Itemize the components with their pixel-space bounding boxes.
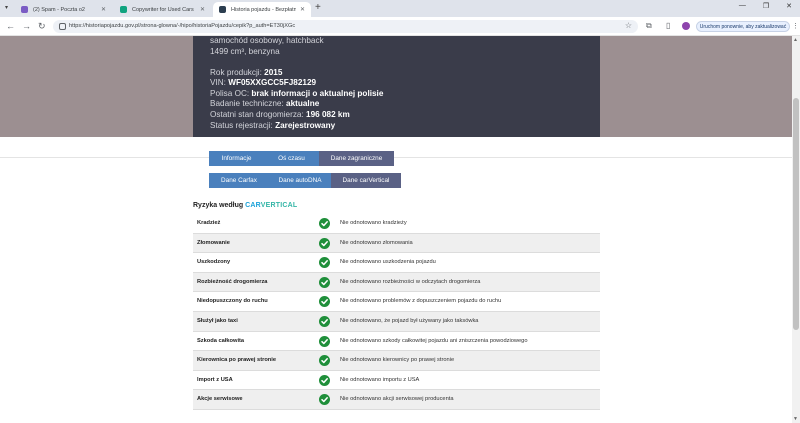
site-info-icon[interactable]	[59, 23, 66, 30]
scroll-down-arrow-icon[interactable]: ▼	[793, 416, 798, 422]
table-row: Uszkodzony Nie odnotowano uszkodzenia poj…	[193, 253, 600, 273]
check-circle-icon	[319, 296, 330, 308]
address-bar[interactable]: https://historiapojazdu.gov.pl/strona-gl…	[53, 20, 638, 33]
table-row: Złomowanie Nie odnotowano złomowania	[193, 233, 600, 254]
close-icon[interactable]: ✕	[101, 6, 106, 13]
vehicle-engine: 1499 cm³, benzyna	[210, 46, 280, 56]
minimize-icon[interactable]: —	[739, 2, 746, 10]
risk-name: Służył jako taxi	[197, 317, 238, 324]
risk-status: Nie odnotowano akcji serwisowej producen…	[340, 396, 454, 403]
tab-row-primary: Informacje Oś czasu Dane zagraniczne	[209, 151, 394, 166]
tab-row-secondary: Dane Carfax Dane autoDNA Dane carVertica…	[209, 173, 401, 188]
risk-name: Rozbieżność drogomierza	[197, 278, 268, 285]
risk-status: Nie odnotowano rozbieżności w odczytach …	[340, 278, 481, 285]
inspection-row: Badanie techniczne: aktualne	[210, 99, 320, 109]
risks-heading: Ryzyka według CARVERTICAL	[193, 202, 298, 209]
risk-name: Import z USA	[197, 376, 233, 383]
table-row: Służył jako taxi Nie odnotowano, że pojaz…	[193, 311, 600, 332]
browser-tab-copywriter[interactable]: Copywriter for Used Cars ✕	[114, 2, 211, 17]
check-circle-icon	[319, 335, 330, 347]
tab-label: Copywriter for Used Cars	[132, 6, 194, 13]
page-scrollbar[interactable]: ▲ ▼	[792, 36, 800, 423]
check-circle-icon	[319, 276, 330, 288]
profile-avatar[interactable]	[682, 22, 690, 30]
check-circle-icon	[319, 394, 330, 406]
risk-status: Nie odnotowano importu z USA	[340, 376, 420, 383]
url-text[interactable]: https://historiapojazdu.gov.pl/strona-gl…	[69, 23, 295, 29]
risk-status: Nie odnotowano kierownicy po prawej stro…	[340, 357, 455, 364]
tab-dane-carvertical[interactable]: Dane carVertical	[331, 173, 401, 188]
risk-status: Nie odnotowano kradzieży	[340, 220, 407, 226]
production-year-row: Rok produkcji: 2015	[210, 67, 283, 77]
risk-name: Szkoda całkowita	[197, 337, 245, 344]
check-circle-icon	[319, 315, 330, 327]
back-icon[interactable]: ←	[6, 20, 15, 32]
browser-toolbar: ← → ↻ https://historiapojazdu.gov.pl/str…	[0, 17, 800, 36]
close-icon[interactable]: ✕	[200, 6, 205, 13]
risk-status: Nie odnotowano problemów z dopuszczeniem…	[340, 298, 502, 305]
tab-search-icon[interactable]: ▾	[5, 4, 14, 12]
close-window-icon[interactable]: ✕	[786, 2, 792, 10]
vehicle-type: samochód osobowy, hatchback	[210, 36, 324, 45]
oc-policy-row: Polisa OC: brak informacji o aktualnej p…	[210, 88, 384, 98]
table-row: Import z USA Nie odnotowano importu z USA	[193, 371, 600, 391]
risk-status: Nie odnotowano uszkodzenia pojazdu	[340, 259, 436, 266]
scroll-up-arrow-icon[interactable]: ▲	[793, 37, 798, 43]
window-controls: — ❐ ✕	[739, 2, 792, 10]
page-viewport: samochód osobowy, hatchback 1499 cm³, be…	[0, 36, 792, 423]
table-row: Kierownica po prawej stronie Nie odnotowa…	[193, 351, 600, 371]
browser-tab-historia[interactable]: Historia pojazdu - Bezpłatny ra ✕	[213, 2, 311, 17]
extensions-icon[interactable]: ⧉	[646, 21, 652, 31]
browser-tab-spam[interactable]: (2) Spam - Poczta o2 ✕	[15, 2, 112, 17]
risks-table: Kradzież Nie odnotowano kradzieży Złomowan…	[193, 214, 600, 410]
new-tab-button[interactable]: +	[315, 3, 321, 13]
risk-status: Nie odnotowano, że pojazd był używany ja…	[340, 317, 479, 324]
maximize-icon[interactable]: ❐	[763, 2, 769, 10]
tab-dane-carfax[interactable]: Dane Carfax	[209, 173, 269, 188]
vin-row: VIN: WF05XXGCC5FJ82129	[210, 78, 317, 88]
carvertical-logo: CAR	[245, 202, 261, 209]
update-button[interactable]: Uruchom ponownie, aby zaktualizować	[696, 21, 790, 32]
table-row: Kradzież Nie odnotowano kradzieży	[193, 214, 600, 234]
tab-dane-zagraniczne[interactable]: Dane zagraniczne	[319, 151, 394, 166]
risk-name: Niedopuszczony do ruchu	[197, 298, 268, 305]
odometer-row: Ostatni stan drogomierza: 196 082 km	[210, 110, 350, 120]
close-icon[interactable]: ✕	[300, 6, 305, 13]
check-circle-icon	[319, 355, 330, 367]
browser-tab-strip: ▾ (2) Spam - Poczta o2 ✕ Copywriter for …	[0, 0, 800, 17]
star-icon[interactable]: ☆	[625, 21, 632, 30]
tab-label: Historia pojazdu - Bezpłatny ra	[231, 6, 296, 13]
registration-row: Status rejestracji: Zarejestrowany	[210, 120, 336, 130]
table-row: Niedopuszczony do ruchu Nie odnotowano pr…	[193, 292, 600, 312]
car-history-icon	[219, 6, 226, 13]
scroll-thumb[interactable]	[793, 98, 799, 330]
sidebar-icon[interactable]: ▯	[666, 21, 670, 31]
o2-mail-icon	[21, 6, 28, 13]
reload-icon[interactable]: ↻	[38, 20, 46, 32]
risk-name: Kradzież	[197, 220, 221, 226]
menu-icon[interactable]: ⋮	[792, 22, 799, 30]
risk-name: Uszkodzony	[197, 259, 231, 266]
vehicle-summary: samochód osobowy, hatchback 1499 cm³, be…	[193, 36, 600, 137]
risk-status: Nie odnotowano złomowania	[340, 239, 413, 246]
check-circle-icon	[319, 374, 330, 386]
tab-informacje[interactable]: Informacje	[209, 151, 264, 166]
forward-icon[interactable]: →	[22, 20, 31, 32]
tab-os-czasu[interactable]: Oś czasu	[264, 151, 319, 166]
tab-dane-autodna[interactable]: Dane autoDNA	[269, 173, 331, 188]
table-row: Szkoda całkowita Nie odnotowano szkody ca…	[193, 332, 600, 352]
tab-label: (2) Spam - Poczta o2	[33, 6, 85, 13]
check-circle-icon	[319, 218, 330, 229]
divider	[0, 157, 792, 158]
check-circle-icon	[319, 257, 330, 269]
chatgpt-icon	[120, 6, 127, 13]
risk-status: Nie odnotowano szkody całkowitej pojazdu…	[340, 337, 528, 344]
table-row: Rozbieżność drogomierza Nie odnotowano ro…	[193, 272, 600, 293]
risk-name: Akcje serwisowe	[197, 396, 243, 403]
risk-name: Złomowanie	[197, 239, 230, 246]
check-circle-icon	[319, 237, 330, 249]
table-row: Akcje serwisowe Nie odnotowano akcji serw…	[193, 390, 600, 410]
risk-name: Kierownica po prawej stronie	[197, 357, 277, 364]
